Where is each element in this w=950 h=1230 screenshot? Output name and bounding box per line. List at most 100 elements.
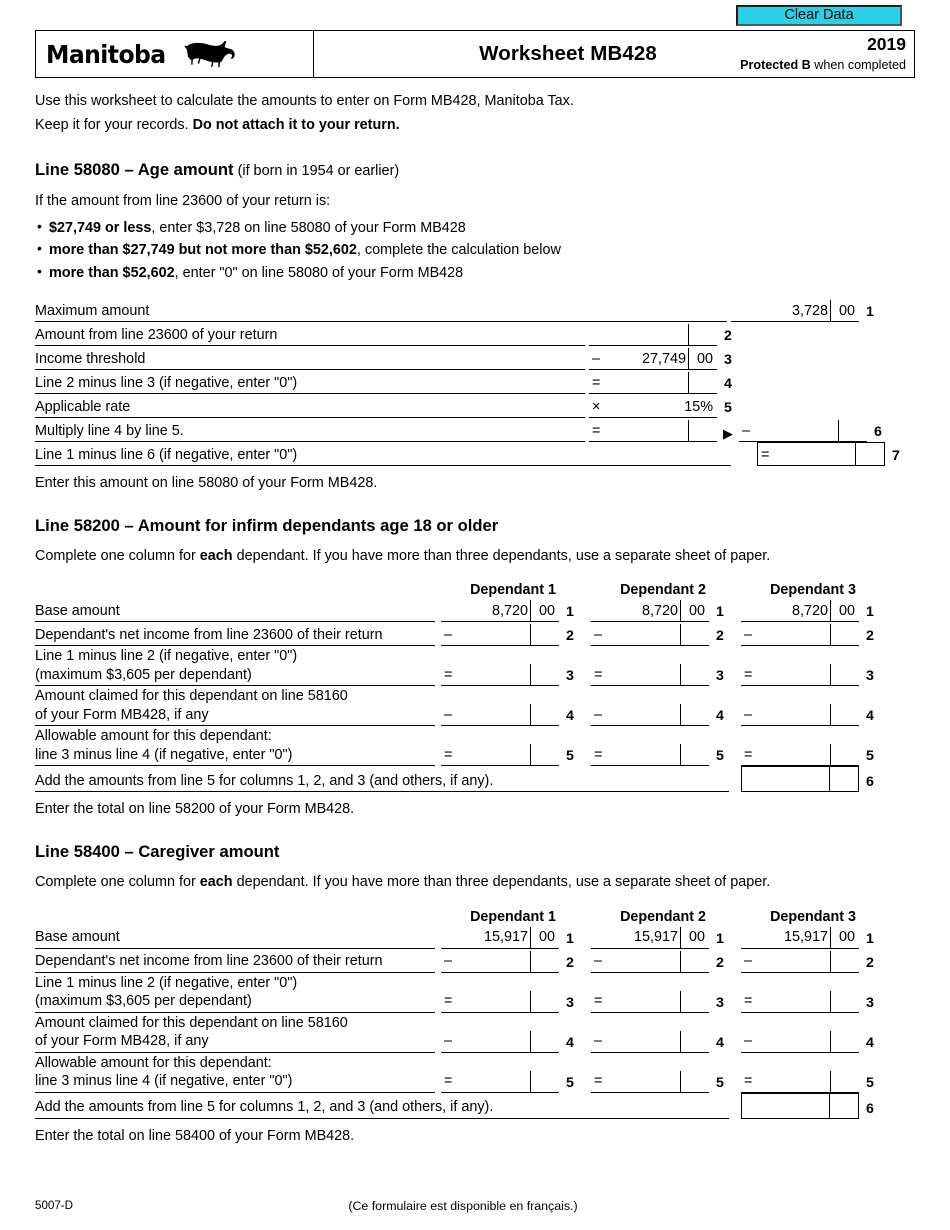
line7-field[interactable]: = xyxy=(757,442,885,467)
dependant-2-field-1[interactable]: 15,917 00 xyxy=(591,925,709,949)
dependant-3-field-4[interactable]: – xyxy=(741,686,859,727)
dependant-column-header-1: Dependant 1 xyxy=(470,582,556,599)
dependant-2-field-3[interactable]: = xyxy=(591,646,709,687)
bullet-threshold: $27,749 or less xyxy=(49,220,152,237)
operator-symbol: = xyxy=(594,667,603,684)
cents-divider xyxy=(679,744,681,766)
dependant-total-field[interactable] xyxy=(741,766,859,793)
dependant-total-field[interactable] xyxy=(741,1092,859,1119)
line-number: 5 xyxy=(724,399,732,416)
dependant-calc-row: Dependant's net income from line 23600 o… xyxy=(35,949,915,973)
manitoba-wordmark: Manitoba xyxy=(46,39,166,69)
calc-field-2[interactable] xyxy=(589,322,717,347)
dependant-3-field-5[interactable]: = xyxy=(741,726,859,767)
dependant-calc-row: Dependant's net income from line 23600 o… xyxy=(35,622,915,647)
operator-symbol: × xyxy=(592,398,601,415)
cents-divider xyxy=(829,624,831,646)
max-amount-field[interactable]: 3,728 00 xyxy=(731,298,859,323)
operator-symbol: = xyxy=(592,374,601,391)
dollars-value: 15,917 xyxy=(783,929,828,946)
footer-note-58400: Enter the total on line 58400 of your Fo… xyxy=(35,1127,355,1144)
line-number: 5 xyxy=(566,748,574,765)
age-amount-bullets: $27,749 or less, enter $3,728 on line 58… xyxy=(35,216,915,284)
operator-symbol: = xyxy=(594,993,603,1010)
operator-symbol: = xyxy=(444,747,453,764)
dependant-3-field-5[interactable]: = xyxy=(741,1053,859,1093)
dollars-value: 27,749 xyxy=(641,350,686,367)
calc-field-3[interactable]: – 27,749 00 xyxy=(589,346,717,371)
dependant-1-field-3[interactable]: = xyxy=(441,973,559,1013)
row-label: Multiply line 4 by line 5. xyxy=(35,418,585,443)
bullet-instruction: , enter "0" on line 58080 of your Form M… xyxy=(174,264,464,281)
dependant-1-field-2[interactable]: – xyxy=(441,622,559,647)
line-number: 5 xyxy=(866,748,874,765)
line-number: 1 xyxy=(866,604,874,621)
line-number: 4 xyxy=(716,1034,724,1051)
cents-divider xyxy=(529,1070,531,1092)
dependant-2-field-2[interactable]: – xyxy=(591,622,709,647)
dependant-1-field-5[interactable]: = xyxy=(441,726,559,767)
line-number: 4 xyxy=(566,708,574,725)
line-number: 1 xyxy=(716,604,724,621)
dependant-1-field-2[interactable]: – xyxy=(441,949,559,973)
clear-data-button[interactable]: Clear Data xyxy=(736,5,902,26)
dependant-3-field-4[interactable]: – xyxy=(741,1013,859,1053)
page-footer: 5007-D (Ce formulaire est disponible en … xyxy=(35,1199,915,1213)
row-label-line1: Add the amounts from line 5 for columns … xyxy=(35,1099,494,1116)
dependant-2-field-5[interactable]: = xyxy=(591,1053,709,1093)
dependant-3-field-2[interactable]: – xyxy=(741,622,859,647)
dependant-2-field-1[interactable]: 8,720 00 xyxy=(591,598,709,623)
dependant-1-field-1[interactable]: 15,917 00 xyxy=(441,925,559,949)
dependant-2-field-3[interactable]: = xyxy=(591,973,709,1013)
row-label: Amount from line 23600 of your return xyxy=(35,322,585,347)
bullet-item: more than $52,602, enter "0" on line 580… xyxy=(35,261,915,284)
row-label: Amount claimed for this dependant on lin… xyxy=(35,1013,435,1053)
line6-field[interactable]: – xyxy=(739,418,867,443)
calc-row: Multiply line 4 by line 5. = ▶ – 6 xyxy=(35,418,915,443)
line-number: 2 xyxy=(866,628,874,645)
dependant-2-field-4[interactable]: – xyxy=(591,1013,709,1053)
dependant-3-field-1[interactable]: 15,917 00 xyxy=(741,925,859,949)
dependant-3-field-3[interactable]: = xyxy=(741,973,859,1013)
dependant-1-field-1[interactable]: 8,720 00 xyxy=(441,598,559,623)
dependant-3-field-3[interactable]: = xyxy=(741,646,859,687)
calc-row: Maximum amount 3,728 00 1 xyxy=(35,298,915,323)
french-availability-note: (Ce formulaire est disponible en françai… xyxy=(348,1199,578,1213)
dependant-2-field-5[interactable]: = xyxy=(591,726,709,767)
dependant-2-field-2[interactable]: – xyxy=(591,949,709,973)
calc-table-58200: Dependant 1 Dependant 2 Dependant 3 Base am… xyxy=(35,582,915,793)
dependant-1-field-5[interactable]: = xyxy=(441,1053,559,1093)
line-number: 3 xyxy=(566,668,574,685)
row-label: Line 1 minus line 2 (if negative, enter … xyxy=(35,973,435,1013)
protected-b-label: Protected B when completed xyxy=(740,57,906,72)
dependant-1-field-3[interactable]: = xyxy=(441,646,559,687)
operator-symbol: = xyxy=(592,422,601,439)
footer-note-58080: Enter this amount on line 58080 of your … xyxy=(35,475,378,492)
row-label-line1: Allowable amount for this dependant: xyxy=(35,728,272,745)
line-number: 4 xyxy=(866,1034,874,1051)
row-label-line1: Maximum amount xyxy=(35,302,150,319)
dependant-3-field-1[interactable]: 8,720 00 xyxy=(741,598,859,623)
dependant-3-field-2[interactable]: – xyxy=(741,949,859,973)
cents-value: 00 xyxy=(838,302,855,319)
operator-symbol: = xyxy=(744,747,753,764)
operator-symbol: = xyxy=(444,1073,453,1090)
calc-field-5[interactable]: × 15% xyxy=(589,394,717,419)
multiply-result-field[interactable]: = xyxy=(589,418,717,443)
row-label-line1: Allowable amount for this dependant: xyxy=(35,1054,272,1071)
cents-divider xyxy=(828,1093,830,1118)
dependant-1-field-4[interactable]: – xyxy=(441,686,559,727)
dependant-2-field-4[interactable]: – xyxy=(591,686,709,727)
cents-value: 00 xyxy=(838,929,855,946)
dependant-1-field-4[interactable]: – xyxy=(441,1013,559,1053)
total-row-label: Add the amounts from line 5 for columns … xyxy=(35,1093,729,1119)
cents-divider xyxy=(679,624,681,646)
operator-symbol: – xyxy=(594,627,603,644)
cents-divider xyxy=(829,990,831,1012)
line-number: 6 xyxy=(874,423,882,440)
calc-field-4[interactable]: = xyxy=(589,370,717,395)
cents-divider xyxy=(687,348,689,370)
cents-divider xyxy=(529,624,531,646)
